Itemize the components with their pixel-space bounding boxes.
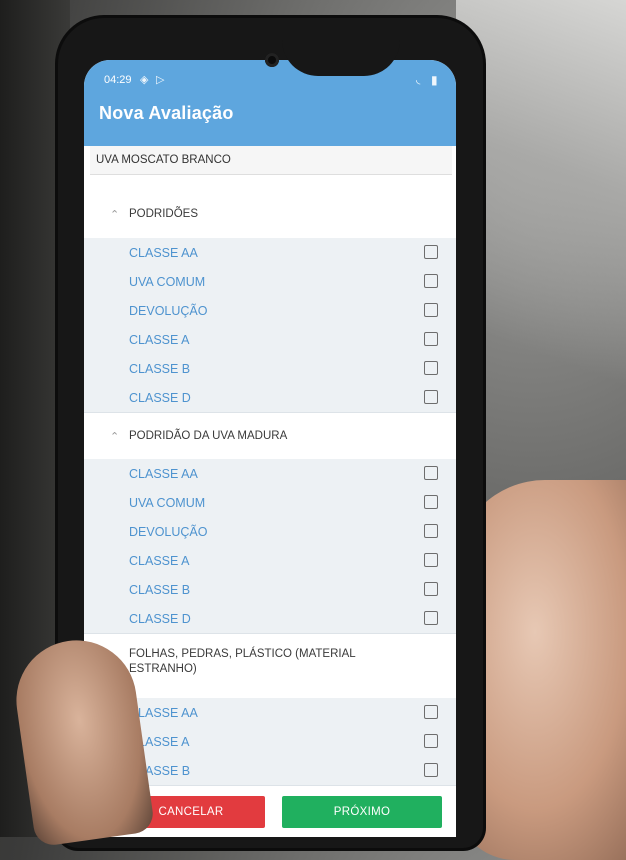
row-label: DEVOLUÇÃO — [129, 304, 208, 318]
checkbox[interactable] — [424, 553, 438, 567]
checkbox-row[interactable]: DEVOLUÇÃO — [84, 296, 456, 326]
checkbox[interactable] — [424, 390, 438, 404]
checkbox-row[interactable]: UVA COMUM — [84, 488, 456, 518]
checkbox[interactable] — [424, 245, 438, 259]
row-label: CLASSE AA — [129, 246, 198, 260]
next-button[interactable]: PRÓXIMO — [282, 796, 442, 828]
status-time: 04:29 — [104, 74, 132, 86]
checkbox[interactable] — [424, 274, 438, 288]
play-store-icon: ▷ — [156, 74, 165, 86]
checkbox-row[interactable]: CLASSE A — [84, 325, 456, 355]
checkbox[interactable] — [424, 466, 438, 480]
group-title-line1: FOLHAS, PEDRAS, PLÁSTICO (MATERIAL — [129, 648, 356, 660]
checkbox[interactable] — [424, 303, 438, 317]
row-label: CLASSE A — [129, 333, 190, 347]
checkbox[interactable] — [424, 705, 438, 719]
checkbox[interactable] — [424, 611, 438, 625]
checkbox-row[interactable]: CLASSE A — [84, 546, 456, 576]
checkbox-row[interactable]: CLASSE B — [84, 354, 456, 384]
checkbox-row[interactable]: CLASSE D — [84, 383, 456, 413]
phone-notch — [282, 40, 400, 76]
checkbox-row[interactable]: UVA COMUM — [84, 267, 456, 297]
front-camera — [265, 53, 279, 67]
checkbox[interactable] — [424, 495, 438, 509]
row-label: UVA COMUM — [129, 275, 206, 289]
row-label: DEVOLUÇÃO — [129, 525, 208, 539]
row-label: CLASSE B — [129, 583, 191, 597]
checkbox-row[interactable]: DEVOLUÇÃO — [84, 517, 456, 547]
group-header-material-estranho[interactable]: ⌃ FOLHAS, PEDRAS, PLÁSTICO (MATERIAL EST… — [84, 636, 456, 694]
checkbox-row[interactable]: CLASSE AA — [84, 238, 456, 268]
notification-icon: ◈ — [140, 74, 149, 86]
row-label: UVA COMUM — [129, 496, 206, 510]
checkbox[interactable] — [424, 361, 438, 375]
group-header-podridao-uva-madura[interactable]: ⌃ PODRIDÃO DA UVA MADURA — [84, 414, 456, 456]
checkbox[interactable] — [424, 763, 438, 777]
checkbox[interactable] — [424, 332, 438, 346]
battery-icon: ▮ — [431, 73, 438, 87]
group-title: PODRIDÕES — [129, 208, 199, 220]
checkbox-row[interactable]: CLASSE AA — [84, 459, 456, 489]
page-title: Nova Avaliação — [99, 103, 234, 123]
checkbox[interactable] — [424, 734, 438, 748]
group-title-line2: ESTRANHO) — [129, 663, 197, 675]
row-label: CLASSE D — [129, 391, 191, 405]
group-title: PODRIDÃO DA UVA MADURA — [129, 430, 288, 442]
app-bar: Nova Avaliação — [84, 94, 456, 146]
chevron-up-icon: ⌃ — [110, 431, 120, 443]
variety-label: UVA MOSCATO BRANCO — [90, 146, 452, 174]
row-label: CLASSE A — [129, 554, 190, 568]
row-label: CLASSE AA — [129, 467, 198, 481]
checkbox[interactable] — [424, 524, 438, 538]
row-label: CLASSE D — [129, 612, 191, 626]
row-label: CLASSE B — [129, 362, 191, 376]
group-header-podridoes[interactable]: ⌃ PODRIDÕES — [84, 194, 456, 234]
chevron-up-icon: ⌃ — [110, 209, 120, 221]
checkbox-row[interactable]: CLASSE D — [84, 604, 456, 634]
wifi-icon: ◟ — [416, 74, 421, 86]
checkbox-row[interactable]: CLASSE B — [84, 575, 456, 605]
checkbox[interactable] — [424, 582, 438, 596]
